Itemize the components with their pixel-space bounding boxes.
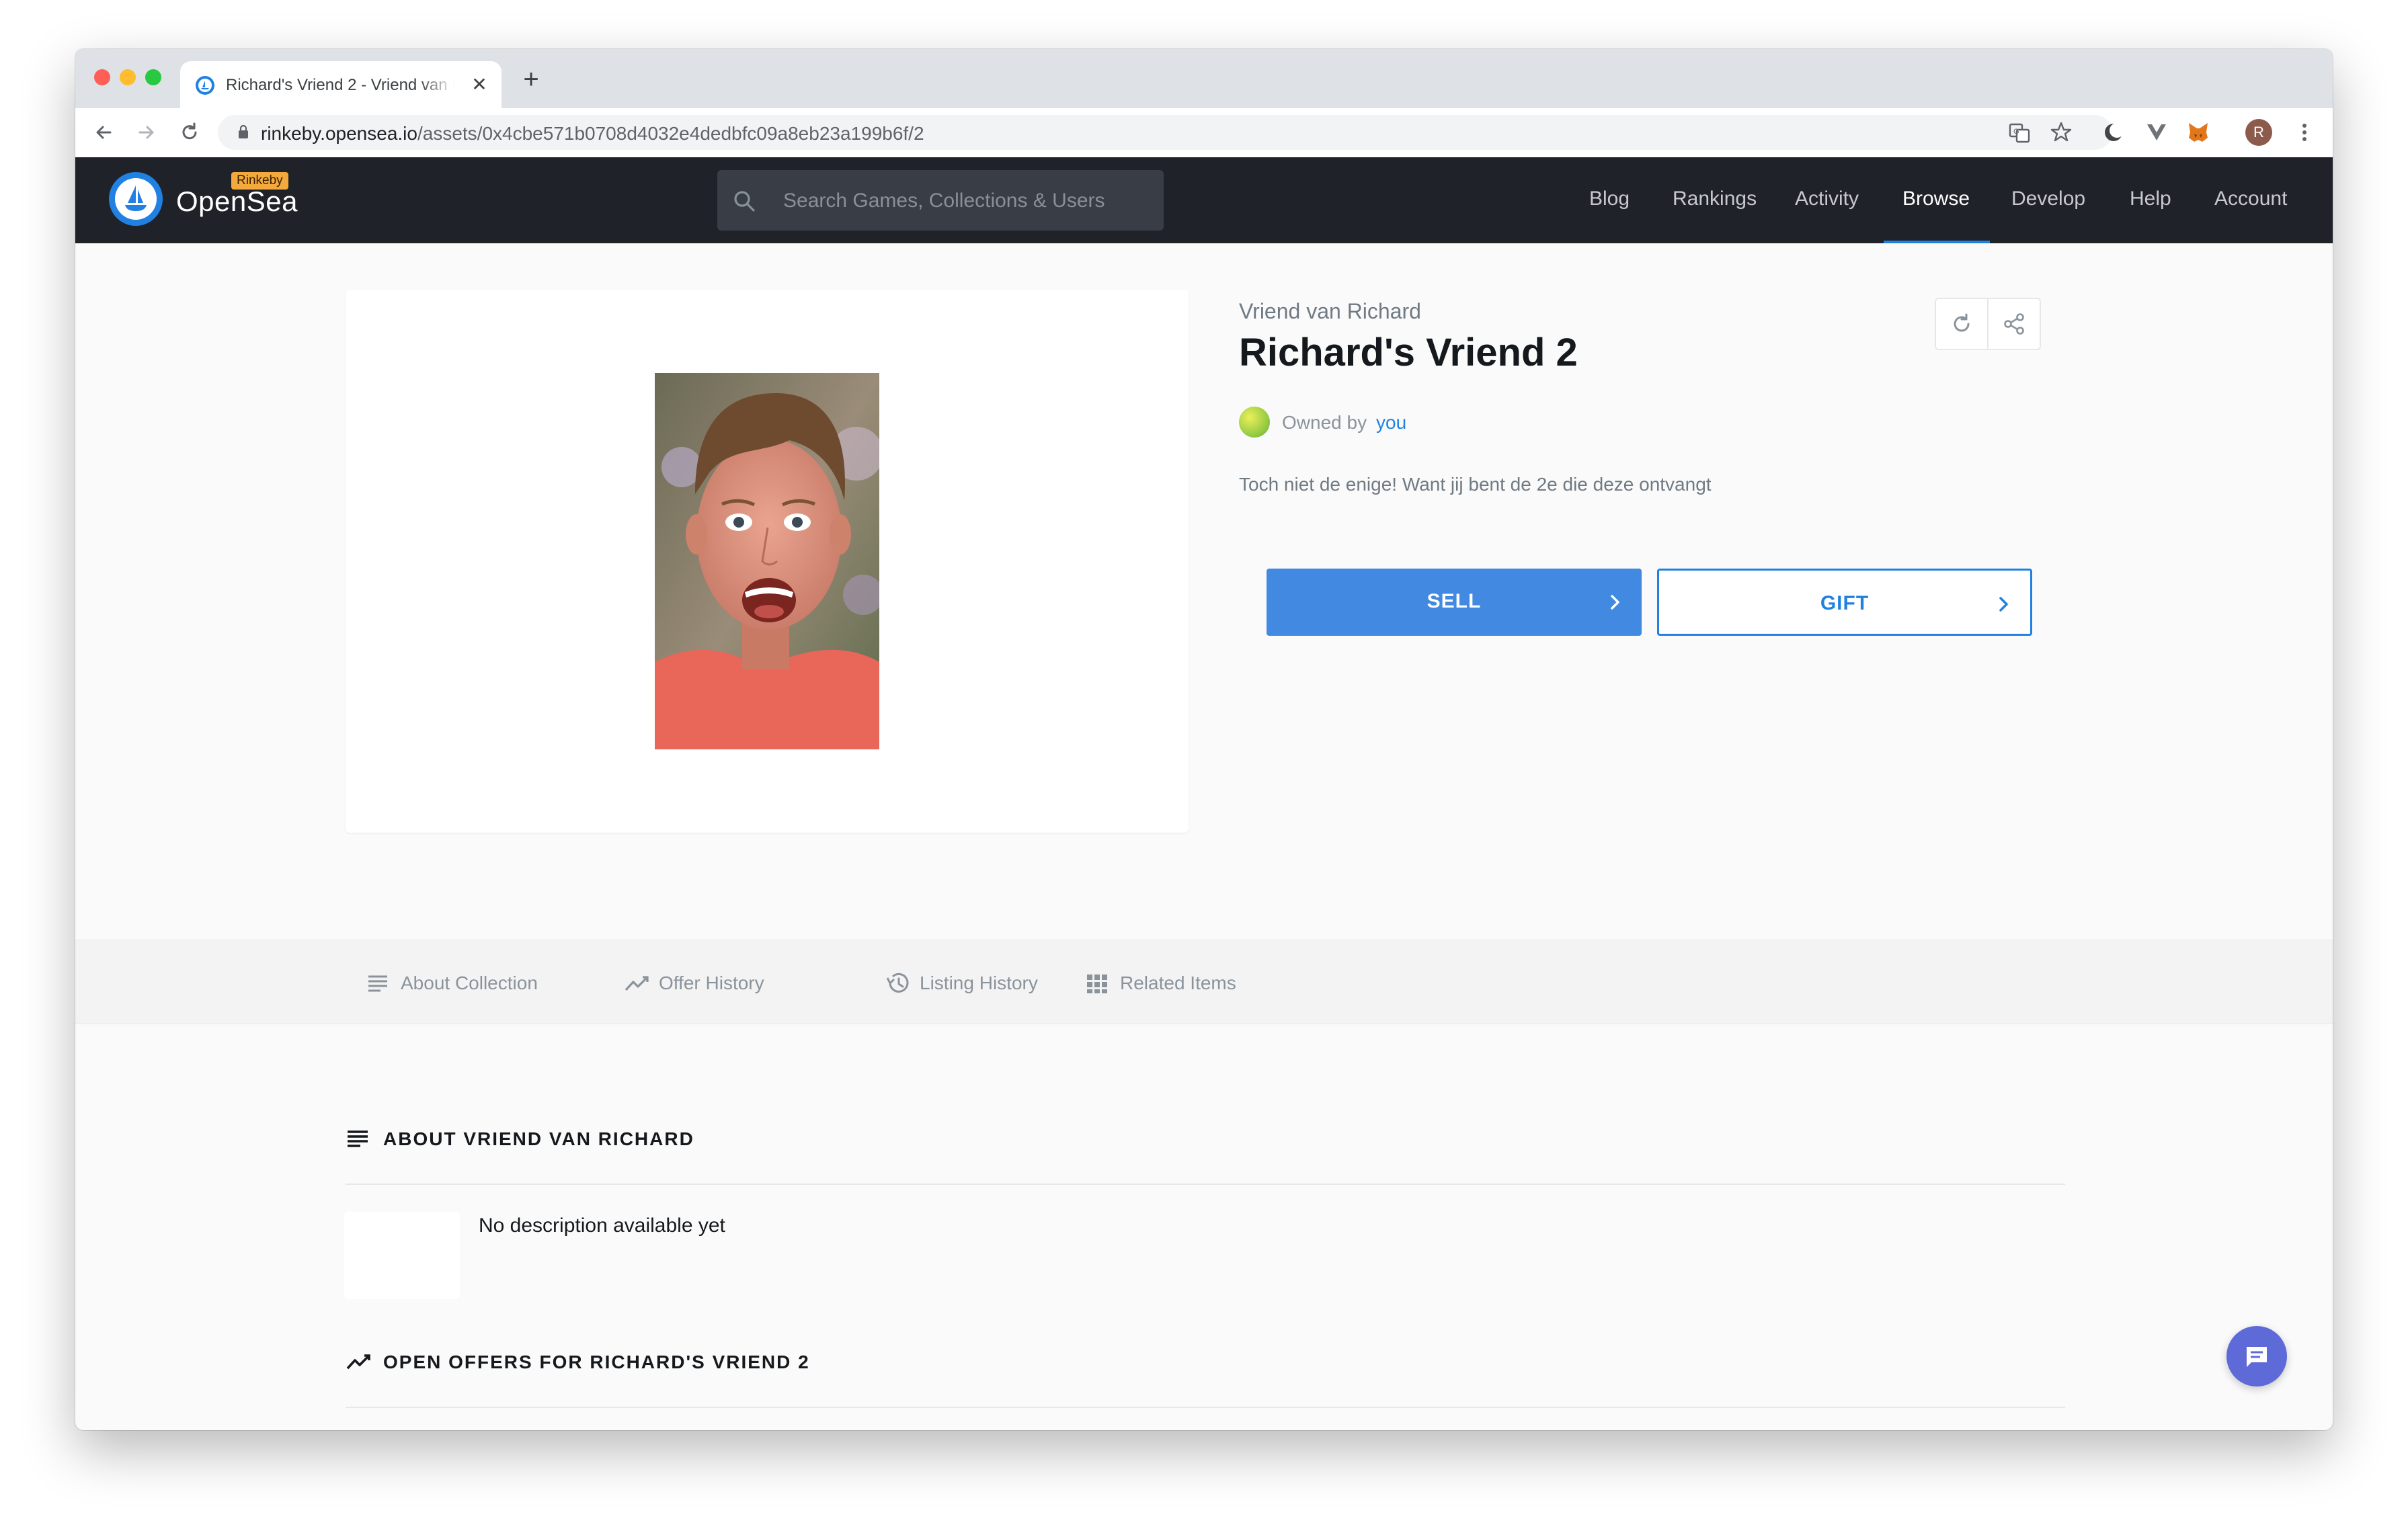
share-icon [2004,313,2024,335]
nav-account[interactable]: Account [2214,188,2287,210]
collection-thumbnail [344,1212,460,1299]
list-icon [348,1130,368,1147]
collection-link[interactable]: Vriend van Richard [1239,299,1421,324]
refresh-icon [1954,313,1970,332]
search-input[interactable] [782,170,1148,232]
trending-line-icon [625,976,649,991]
tab-label: Related Items [1120,973,1236,993]
minimize-window-button[interactable] [120,69,136,85]
nav-help[interactable]: Help [2130,188,2171,210]
history-icon [886,973,909,993]
refresh-button[interactable] [1936,299,1987,349]
site-search[interactable] [717,170,1164,232]
tab-label: Offer History [659,973,764,993]
network-badge: Rinkeby [231,172,288,190]
url-path: /assets/0x4cbe571b0708d4032e4dedbfc09a8e… [417,123,924,144]
asset-description: Toch niet de enige! Want jij bent de 2e … [1239,474,1712,495]
reload-icon[interactable] [176,119,203,146]
gift-button[interactable]: GIFT [1657,569,2032,636]
owner-link[interactable]: you [1376,412,1406,433]
chat-bubble-icon [2247,1347,2267,1367]
site-header: OpenSea Rinkeby Blog Rankings Activity B… [75,157,2333,243]
nav-rankings[interactable]: Rankings [1673,188,1757,210]
opensea-favicon-icon [196,76,214,95]
nav-activity[interactable]: Activity [1795,188,1859,210]
forward-arrow-icon[interactable] [133,119,160,146]
url-host: rinkeby.opensea.io [261,123,417,144]
back-arrow-icon[interactable] [90,119,117,146]
vue-extension-icon[interactable] [2142,118,2171,147]
asset-title: Richard's Vriend 2 [1239,331,1578,374]
tab-close-icon[interactable]: ✕ [469,75,489,95]
address-bar[interactable]: rinkeby.opensea.io/assets/0x4cbe571b0708… [218,115,2112,150]
asset-media-card [346,290,1189,833]
list-icon [368,975,387,992]
chevron-right-icon [1611,595,1619,610]
asset-actions [1935,298,2041,350]
svg-text:G: G [2013,128,2019,136]
divider [346,1184,2065,1185]
owner-avatar[interactable] [1239,407,1270,438]
share-button[interactable] [1989,299,2040,349]
bookmark-star-icon[interactable] [2046,118,2076,147]
tab-title: Richard's Vriend 2 - Vriend van Richard … [226,76,454,94]
opensea-logo-icon[interactable] [109,172,163,226]
section-title: OPEN OFFERS FOR RICHARD'S VRIEND 2 [383,1352,810,1372]
dark-mode-extension-icon[interactable] [2099,118,2128,147]
chevron-right-icon [1999,597,2008,612]
owned-by-label: Owned by [1282,412,1367,433]
lock-icon [239,124,248,138]
metamask-fox-icon[interactable] [2183,118,2213,147]
profile-avatar[interactable]: R [2245,119,2272,146]
asset-image[interactable] [655,373,879,749]
section-title: ABOUT VRIEND VAN RICHARD [383,1128,694,1149]
maximize-window-button[interactable] [145,69,161,85]
trending-line-icon [346,1354,370,1370]
collection-description: No description available yet [479,1214,725,1237]
nav-blog[interactable]: Blog [1589,188,1630,210]
chat-button[interactable] [2226,1326,2287,1387]
section-tabbar: About Collection Offer History Listing H… [75,940,2333,1024]
gift-button-label: GIFT [1820,592,1870,614]
active-nav-indicator [1884,241,1990,243]
close-window-button[interactable] [94,69,110,85]
sell-button-label: SELL [1427,590,1482,612]
tab-label: Listing History [920,973,1038,993]
browser-tab-active[interactable]: Richard's Vriend 2 - Vriend van Richard … [180,61,501,108]
nav-develop[interactable]: Develop [2011,188,2085,210]
brand-name[interactable]: OpenSea [176,185,298,218]
translate-icon[interactable]: G [2005,118,2034,147]
divider [346,1407,2065,1408]
url-text: rinkeby.opensea.io/assets/0x4cbe571b0708… [261,123,924,144]
search-icon [734,191,755,212]
grid-icon [1087,975,1107,993]
tab-label: About Collection [401,973,538,993]
browser-window: Richard's Vriend 2 - Vriend van Richard … [75,49,2333,1430]
browser-toolbar: rinkeby.opensea.io/assets/0x4cbe571b0708… [75,108,2333,158]
nav-browse[interactable]: Browse [1902,188,1970,210]
new-tab-button[interactable]: + [519,66,543,93]
sell-button[interactable]: SELL [1267,569,1642,636]
browser-tabstrip: Richard's Vriend 2 - Vriend van Richard … [75,49,2333,108]
browser-menu-icon[interactable] [2290,118,2319,147]
